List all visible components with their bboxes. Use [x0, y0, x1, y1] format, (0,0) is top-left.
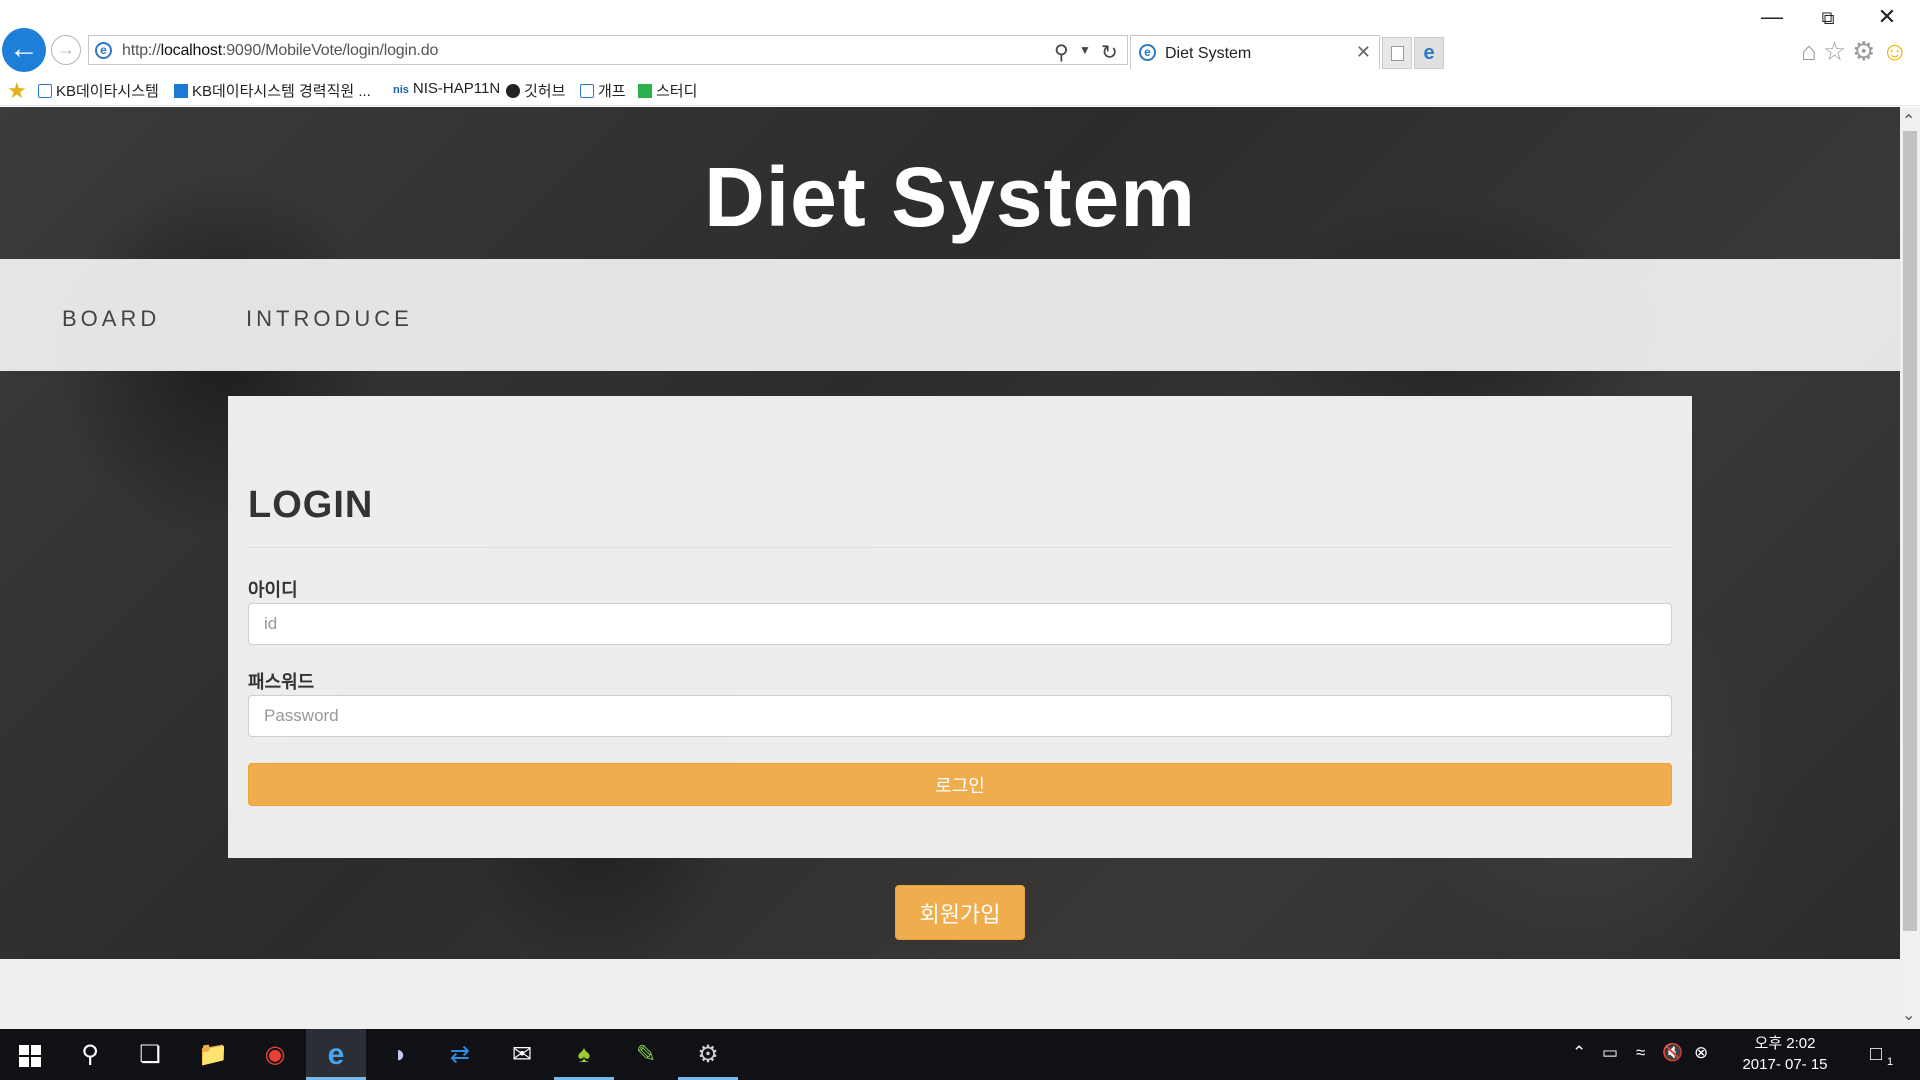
nav-introduce-link[interactable]: INTRODUCE	[246, 306, 413, 332]
login-divider	[248, 547, 1672, 548]
favorite-link-1[interactable]: KB데이타시스템	[38, 80, 159, 101]
minimize-button[interactable]: —	[1752, 4, 1792, 30]
clock-time: 오후 2:02	[1754, 1035, 1816, 1052]
nav-board-link[interactable]: BOARD	[62, 306, 160, 332]
favorite-link-4[interactable]: 깃허브	[506, 80, 565, 101]
new-tab-button[interactable]	[1382, 37, 1412, 69]
show-hidden-icons-icon[interactable]: ⌃	[1572, 1043, 1586, 1063]
tab-close-icon[interactable]: ✕	[1356, 42, 1371, 63]
add-favorite-star-icon[interactable]: ★	[7, 78, 27, 104]
favorites-star-icon[interactable]: ☆	[1823, 36, 1852, 66]
taskbar-clock[interactable]: 오후 2:02 2017- 07- 15	[1730, 1033, 1840, 1075]
password-input[interactable]	[248, 695, 1672, 737]
favorite-link-3[interactable]: nis NIS-HAP11N	[393, 80, 500, 97]
login-panel: LOGIN 아이디 패스워드 로그인	[228, 396, 1692, 858]
scroll-up-icon[interactable]: ⌃	[1902, 111, 1915, 131]
browser-toolbar: ← → e http://localhost:9090/MobileVote/l…	[0, 0, 1920, 72]
address-bar[interactable]: e http://localhost:9090/MobileVote/login…	[88, 35, 1128, 65]
settings-gear-icon[interactable]: ⚙	[1852, 36, 1881, 66]
github-icon	[506, 84, 520, 98]
chrome-icon[interactable]: ◉	[245, 1029, 305, 1080]
page-icon	[38, 84, 52, 98]
network-error-icon[interactable]: ⊗	[1694, 1043, 1708, 1063]
battery-icon[interactable]: ▭	[1602, 1043, 1618, 1063]
scroll-down-icon[interactable]: ⌄	[1902, 1005, 1915, 1025]
volume-muted-icon[interactable]: 🔇	[1662, 1043, 1683, 1063]
windows-taskbar: ⚲ ❏ 📁 ◉ e ◑ ⇄ ✉ ♠ ✎ ⚙ ⌃ ▭ ≈ 🔇 ⊗ 오후 2:02 …	[0, 1029, 1920, 1080]
tab-favicon-icon: e	[1139, 44, 1156, 61]
id-label: 아이디	[248, 580, 298, 600]
page-icon	[174, 84, 188, 98]
home-icon[interactable]: ⌂	[1801, 36, 1823, 66]
site-header: Diet System	[0, 107, 1900, 259]
study-icon	[638, 84, 652, 98]
page-footer	[0, 959, 1900, 1029]
url-text[interactable]: http://localhost:9090/MobileVote/login/l…	[122, 42, 438, 60]
id-input[interactable]	[248, 603, 1672, 645]
tab-title: Diet System	[1165, 45, 1252, 62]
wifi-icon[interactable]: ≈	[1636, 1043, 1645, 1063]
restore-button[interactable]: ⧉	[1808, 8, 1848, 29]
login-button[interactable]: 로그인	[248, 763, 1672, 806]
site-title: Diet System	[704, 150, 1196, 244]
favorite-link-5[interactable]: 개프	[580, 80, 626, 101]
new-tab-icon	[1391, 46, 1404, 61]
site-favicon-icon: e	[95, 42, 112, 59]
open-edge-icon[interactable]: e	[1414, 37, 1444, 69]
feedback-smiley-icon[interactable]: ☺	[1881, 36, 1914, 66]
nis-logo-icon: nis	[393, 84, 409, 96]
site-navigation: BOARD INTRODUCE	[0, 259, 1900, 371]
gear-app-icon[interactable]: ♠	[554, 1029, 614, 1080]
task-view-icon[interactable]: ❏	[120, 1029, 180, 1080]
favorite-link-6[interactable]: 스터디	[638, 80, 697, 101]
vertical-scrollbar[interactable]: ⌃ ⌄	[1900, 107, 1920, 1029]
notepad-icon[interactable]: ✎	[616, 1029, 676, 1080]
search-taskbar-icon[interactable]: ⚲	[60, 1029, 120, 1080]
file-explorer-icon[interactable]: 📁	[183, 1029, 243, 1080]
dropdown-chevron-icon[interactable]: ▼	[1079, 43, 1091, 57]
page-viewport: Diet System BOARD INTRODUCE LOGIN 아이디 패스…	[0, 107, 1900, 1029]
teamviewer-icon[interactable]: ⇄	[430, 1029, 490, 1080]
internet-explorer-icon[interactable]: e	[306, 1029, 366, 1080]
eclipse-icon[interactable]: ◑	[368, 1029, 428, 1080]
windows-logo-icon	[19, 1045, 41, 1067]
favorite-link-2[interactable]: KB데이타시스템 경력직원 ...	[174, 80, 371, 101]
settings-app-icon[interactable]: ⚙	[678, 1029, 738, 1080]
back-button[interactable]: ←	[2, 28, 46, 72]
start-button[interactable]	[0, 1029, 60, 1080]
toolbar-icons: ⌂☆⚙☺	[1801, 36, 1914, 67]
signup-button[interactable]: 회원가입	[895, 885, 1025, 940]
notification-count: 1	[1887, 1056, 1894, 1068]
favorites-bar: ★ KB데이타시스템 KB데이타시스템 경력직원 ... nis NIS-HAP1…	[0, 72, 1920, 106]
search-icon[interactable]: ⚲	[1054, 40, 1069, 65]
login-heading: LOGIN	[248, 484, 374, 526]
mail-icon[interactable]: ✉	[492, 1029, 552, 1080]
clock-date: 2017- 07- 15	[1742, 1056, 1828, 1073]
action-center-icon[interactable]: □	[1870, 1043, 1882, 1066]
forward-button[interactable]: →	[51, 35, 81, 65]
tab-diet-system[interactable]: e Diet System ✕	[1130, 35, 1380, 69]
scrollbar-thumb[interactable]	[1903, 131, 1917, 931]
refresh-icon[interactable]: ↻	[1101, 40, 1118, 65]
page-icon	[580, 84, 594, 98]
password-label: 패스워드	[248, 672, 315, 692]
close-window-button[interactable]: ✕	[1867, 4, 1907, 30]
